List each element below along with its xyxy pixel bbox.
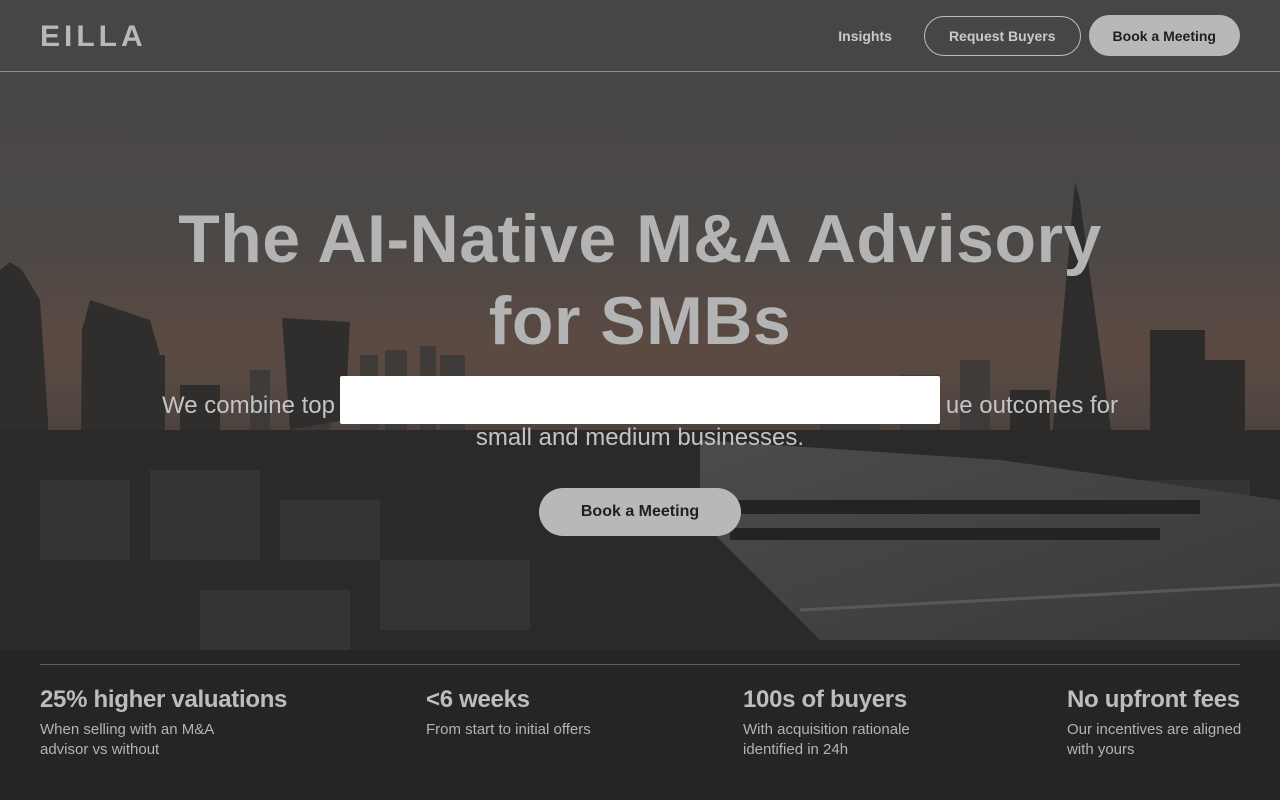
hero-headline-line-2: for SMBs (488, 283, 792, 359)
top-nav-bar: EILLA Insights Request Buyers Book a Mee… (0, 0, 1280, 72)
stat-description: When selling with an M&A advisor vs with… (40, 720, 287, 760)
stat-title: 100s of buyers (743, 686, 907, 713)
nav-link-insights[interactable]: Insights (838, 28, 892, 44)
stat-title: No upfront fees (1067, 686, 1240, 713)
hero-subtext-right: ue outcomes for (945, 392, 1118, 419)
stat-desc-line: Our incentives are aligned (1067, 721, 1242, 738)
stat-timeline: <6 weeks From start to initial offers (426, 686, 591, 740)
stat-desc-line: When selling with an M&A (40, 721, 215, 738)
hero-headline: The AI-Native M&A Advisory for SMBs (0, 198, 1280, 362)
hero-subtext-line-2: small and medium businesses. (475, 424, 805, 451)
stat-description: With acquisition rationale identified in… (743, 720, 910, 760)
stat-fees: No upfront fees Our incentives are align… (1067, 686, 1241, 760)
redaction-box (340, 376, 940, 424)
stat-description: From start to initial offers (426, 720, 591, 740)
hero-book-meeting-button[interactable]: Book a Meeting (539, 488, 741, 536)
stat-title: <6 weeks (426, 686, 530, 713)
stat-valuations: 25% higher valuations When selling with … (40, 686, 287, 760)
request-buyers-button[interactable]: Request Buyers (923, 15, 1081, 56)
hero-subtext-left: We combine top (162, 392, 335, 419)
nav-book-meeting-button[interactable]: Book a Meeting (1088, 15, 1240, 56)
logo-text: EILLA (40, 22, 147, 48)
nav-actions: Insights Request Buyers Book a Meeting (838, 15, 1240, 56)
stat-desc-line: with yours (1067, 741, 1135, 758)
stats-divider (40, 664, 1240, 665)
eilla-logo[interactable]: EILLA (40, 22, 174, 48)
stat-buyers: 100s of buyers With acquisition rational… (743, 686, 910, 760)
stat-description: Our incentives are aligned with yours (1067, 720, 1241, 760)
stat-desc-line: From start to initial offers (426, 721, 591, 738)
stat-desc-line: With acquisition rationale (743, 721, 910, 738)
stat-desc-line: identified in 24h (743, 741, 849, 758)
stat-desc-line: advisor vs without (40, 741, 160, 758)
stat-title: 25% higher valuations (40, 686, 288, 713)
hero-headline-line-1: The AI-Native M&A Advisory (178, 201, 1102, 277)
